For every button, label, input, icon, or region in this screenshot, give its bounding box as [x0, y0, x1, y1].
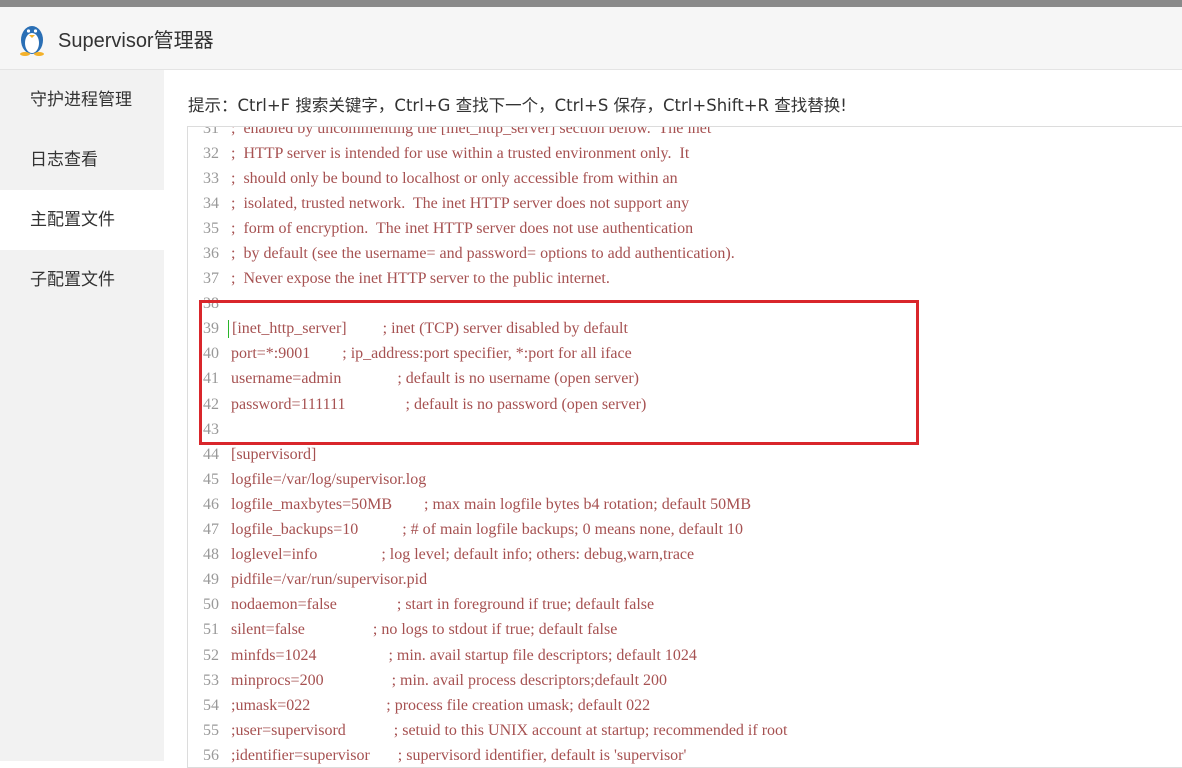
- code-line[interactable]: 53 minprocs=200 ; min. avail process desc…: [188, 668, 1182, 693]
- sidebar-item-label: 主配置文件: [30, 210, 115, 230]
- sidebar-item-sub-config[interactable]: 子配置文件: [0, 250, 164, 310]
- app-header: Supervisor管理器: [0, 7, 1182, 70]
- line-number: 37: [203, 270, 219, 288]
- code-line[interactable]: 46 logfile_maxbytes=50MB ; max main logfi…: [188, 492, 1182, 517]
- code-line[interactable]: 35 ; form of encryption. The inet HTTP se…: [188, 216, 1182, 241]
- line-number: 34: [203, 194, 219, 212]
- code-line[interactable]: 48 loglevel=info ; log level; default inf…: [188, 543, 1182, 568]
- line-text: logfile_maxbytes=50MB ; max main logfile…: [231, 495, 752, 513]
- line-number: 39: [203, 320, 219, 338]
- main-content: 提示：Ctrl+F 搜索关键字，Ctrl+G 查找下一个，Ctrl+S 保存，C…: [164, 70, 1182, 768]
- line-text: ;umask=022 ; process file creation umask…: [231, 696, 651, 714]
- line-text: ; Never expose the inet HTTP server to t…: [231, 270, 610, 288]
- line-text: minfds=1024 ; min. avail startup file de…: [231, 646, 697, 664]
- line-text: logfile=/var/log/supervisor.log: [231, 470, 427, 488]
- line-number: 40: [203, 345, 219, 363]
- line-text: silent=false ; no logs to stdout if true…: [231, 621, 618, 639]
- app-title: Supervisor管理器: [58, 29, 214, 52]
- line-number: 44: [203, 445, 219, 463]
- code-line[interactable]: 38: [188, 292, 1182, 317]
- line-number: 55: [203, 721, 219, 739]
- line-text: username=admin ; default is no username …: [231, 370, 640, 388]
- line-number: 35: [203, 219, 219, 237]
- line-text: loglevel=info ; log level; default info;…: [231, 546, 695, 564]
- line-number: 47: [203, 521, 219, 539]
- code-line[interactable]: 32 ; HTTP server is intended for use with…: [188, 141, 1182, 166]
- sidebar-item-process-management[interactable]: 守护进程管理: [0, 70, 164, 130]
- line-text: minprocs=200 ; min. avail process descri…: [231, 671, 668, 689]
- sidebar-item-label: 守护进程管理: [30, 90, 132, 110]
- line-number: 50: [203, 596, 219, 614]
- code-line[interactable]: 47 logfile_backups=10 ; # of main logfile…: [188, 518, 1182, 543]
- line-text: ; enabled by uncommenting the [inet_http…: [231, 126, 712, 137]
- line-text: logfile_backups=10 ; # of main logfile b…: [231, 521, 744, 539]
- sidebar-item-label: 子配置文件: [30, 270, 115, 290]
- line-number: 38: [203, 295, 219, 313]
- code-line[interactable]: 34 ; isolated, trusted network. The inet …: [188, 191, 1182, 216]
- sidebar-nav: 守护进程管理 日志查看 主配置文件 子配置文件: [0, 70, 164, 761]
- sidebar-item-log-viewer[interactable]: 日志查看: [0, 130, 164, 190]
- line-number: 51: [203, 621, 219, 639]
- sidebar-item-main-config[interactable]: 主配置文件: [0, 190, 164, 250]
- code-line[interactable]: 39 [inet_http_server] ; inet (TCP) server…: [188, 317, 1182, 342]
- line-number: 33: [203, 169, 219, 187]
- line-text: [supervisord]: [231, 445, 317, 463]
- code-line[interactable]: 37 ; Never expose the inet HTTP server to…: [188, 267, 1182, 292]
- code-line[interactable]: 42 password=111111 ; default is no passwo…: [188, 392, 1182, 417]
- code-line[interactable]: 40 port=*:9001 ; ip_address:port specifie…: [188, 342, 1182, 367]
- code-line[interactable]: 31 ; enabled by uncommenting the [inet_ht…: [188, 126, 1182, 141]
- line-text: pidfile=/var/run/supervisor.pid: [231, 571, 428, 589]
- code-line[interactable]: 49 pidfile=/var/run/supervisor.pid: [188, 568, 1182, 593]
- code-line[interactable]: 55 ;user=supervisord ; setuid to this UNI…: [188, 718, 1182, 743]
- line-number: 56: [203, 746, 219, 764]
- line-text: ;user=supervisord ; setuid to this UNIX …: [231, 721, 788, 739]
- line-text: password=111111 ; default is no password…: [231, 395, 647, 413]
- code-line[interactable]: 56 ;identifier=supervisor ; supervisord i…: [188, 743, 1182, 767]
- line-number: 43: [203, 420, 219, 438]
- shortcut-hint: 提示：Ctrl+F 搜索关键字，Ctrl+G 查找下一个，Ctrl+S 保存，C…: [188, 96, 847, 115]
- line-number: 54: [203, 696, 219, 714]
- code-line[interactable]: 50 nodaemon=false ; start in foreground i…: [188, 593, 1182, 618]
- code-line[interactable]: 33 ; should only be bound to localhost or…: [188, 166, 1182, 191]
- code-line[interactable]: 52 minfds=1024 ; min. avail startup file …: [188, 643, 1182, 668]
- line-text: ; isolated, trusted network. The inet HT…: [231, 194, 690, 212]
- line-number: 42: [203, 395, 219, 413]
- line-number: 32: [203, 144, 219, 162]
- line-text: [inet_http_server] ; inet (TCP) server d…: [228, 320, 628, 339]
- line-text: ; form of encryption. The inet HTTP serv…: [231, 219, 694, 237]
- code-line[interactable]: 45 logfile=/var/log/supervisor.log: [188, 467, 1182, 492]
- line-number: 52: [203, 646, 219, 664]
- code-line[interactable]: 54 ;umask=022 ; process file creation uma…: [188, 693, 1182, 718]
- code-lines: 31 ; enabled by uncommenting the [inet_ht…: [188, 126, 1182, 767]
- code-line[interactable]: 44 [supervisord]: [188, 442, 1182, 467]
- config-code-editor[interactable]: 31 ; enabled by uncommenting the [inet_ht…: [187, 126, 1182, 768]
- code-line[interactable]: 43: [188, 417, 1182, 442]
- line-number: 53: [203, 671, 219, 689]
- code-line[interactable]: 41 username=admin ; default is no usernam…: [188, 367, 1182, 392]
- line-number: 36: [203, 245, 219, 263]
- line-text: nodaemon=false ; start in foreground if …: [231, 596, 655, 614]
- line-text: ; by default (see the username= and pass…: [231, 245, 735, 263]
- line-number: 41: [203, 370, 219, 388]
- line-number: 45: [203, 470, 219, 488]
- line-number: 49: [203, 571, 219, 589]
- line-text: ;identifier=supervisor ; supervisord ide…: [231, 746, 687, 764]
- line-number: 31: [203, 126, 219, 137]
- line-text: ; HTTP server is intended for use within…: [231, 144, 690, 162]
- line-number: 48: [203, 546, 219, 564]
- code-line[interactable]: 51 silent=false ; no logs to stdout if tr…: [188, 618, 1182, 643]
- sidebar-item-label: 日志查看: [30, 150, 98, 170]
- line-number: 46: [203, 495, 219, 513]
- window-top-bar: [0, 0, 1182, 7]
- line-text: port=*:9001 ; ip_address:port specifier,…: [231, 345, 632, 363]
- line-text: ; should only be bound to localhost or o…: [231, 169, 678, 187]
- penguin-icon: [20, 26, 44, 56]
- code-line[interactable]: 36 ; by default (see the username= and pa…: [188, 241, 1182, 266]
